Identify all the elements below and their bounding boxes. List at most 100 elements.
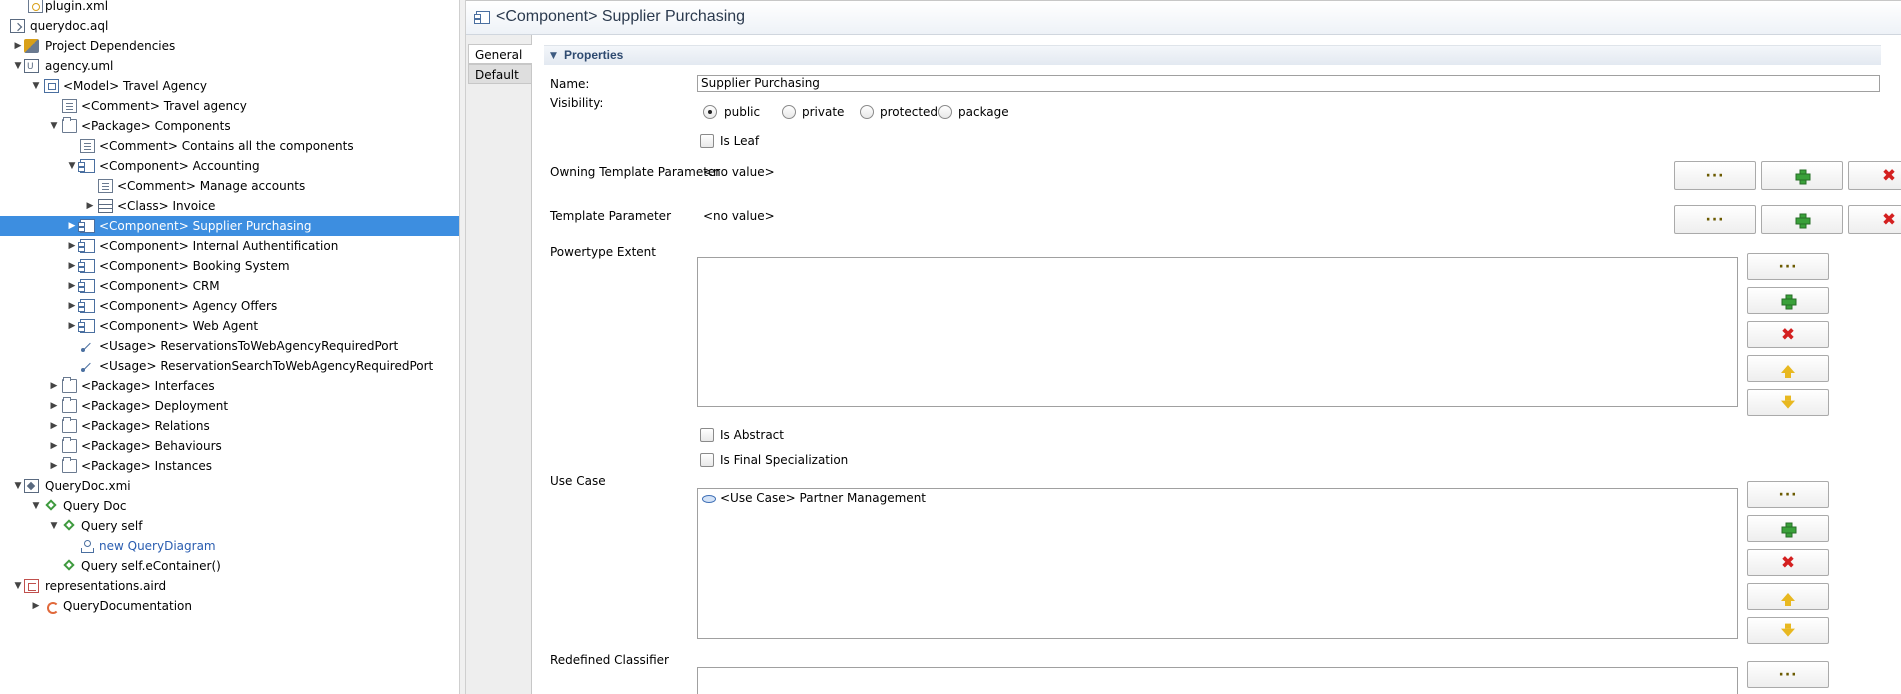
tree-expand-icon[interactable]: ▶ bbox=[12, 36, 24, 56]
tree-item[interactable]: ▶ <Component> Internal Authentification bbox=[0, 236, 459, 256]
tree-expand-icon[interactable]: ▶ bbox=[66, 296, 78, 316]
tree-expand-icon[interactable]: ▶ bbox=[84, 196, 96, 216]
project-explorer-tree: plugin.xml querydoc.aql ▶ Project Dependenc… bbox=[0, 0, 459, 694]
tree-collapse-icon[interactable]: ▼ bbox=[48, 516, 60, 536]
tree-item[interactable]: ▶ <Component> Agency Offers bbox=[0, 296, 459, 316]
tree-expand-icon[interactable]: ▶ bbox=[48, 436, 60, 456]
tree-collapse-icon[interactable]: ▼ bbox=[30, 76, 42, 96]
tree-item[interactable]: <Usage> ReservationSearchToWebAgencyRequ… bbox=[0, 356, 459, 376]
tree-item[interactable]: ▼ QueryDoc.xmi bbox=[0, 476, 459, 496]
tree-expand-icon[interactable]: ▶ bbox=[66, 316, 78, 336]
tree-item[interactable]: querydoc.aql bbox=[0, 16, 459, 36]
powertype-extent-browse-button[interactable]: ··· bbox=[1747, 253, 1829, 280]
tree-item[interactable]: ▼ Query self bbox=[0, 516, 459, 536]
tree-item[interactable]: ▶ Project Dependencies bbox=[0, 36, 459, 56]
tree-item[interactable]: <Comment> Manage accounts bbox=[0, 176, 459, 196]
add-icon bbox=[1781, 294, 1797, 309]
tree-item[interactable]: ▼ representations.aird bbox=[0, 576, 459, 596]
tree-item-label: Query self.eContainer() bbox=[81, 559, 221, 573]
tree-expand-icon[interactable]: ▶ bbox=[48, 416, 60, 436]
visibility-package-label: package bbox=[958, 105, 1009, 119]
owning-template-parameter-remove-button[interactable]: ✖ bbox=[1848, 161, 1901, 190]
template-parameter-browse-button[interactable]: ··· bbox=[1674, 205, 1756, 234]
redefined-classifier-browse-button[interactable]: ··· bbox=[1747, 661, 1829, 688]
tree-item[interactable]: ▶ <Component> Booking System bbox=[0, 256, 459, 276]
tree-item[interactable]: Query self.eContainer() bbox=[0, 556, 459, 576]
tree-item[interactable]: ▶ <Package> Instances bbox=[0, 456, 459, 476]
tree-item[interactable]: ▼ <Component> Accounting bbox=[0, 156, 459, 176]
section-title: Properties bbox=[564, 48, 624, 62]
tree-collapse-icon[interactable]: ▼ bbox=[30, 496, 42, 516]
powertype-extent-add-button[interactable] bbox=[1747, 287, 1829, 314]
panel-splitter[interactable] bbox=[459, 0, 466, 694]
owning-template-parameter-browse-button[interactable]: ··· bbox=[1674, 161, 1756, 190]
tree-item[interactable]: <Comment> Travel agency bbox=[0, 96, 459, 116]
tree-expand-icon[interactable]: ▶ bbox=[66, 216, 78, 236]
tree-collapse-icon[interactable]: ▼ bbox=[12, 476, 24, 496]
use-case-add-button[interactable] bbox=[1747, 515, 1829, 542]
owning-template-parameter-add-button[interactable] bbox=[1761, 161, 1843, 190]
tree-item[interactable]: ▶ <Component> CRM bbox=[0, 276, 459, 296]
template-parameter-add-button[interactable] bbox=[1761, 205, 1843, 234]
tree-collapse-icon[interactable]: ▼ bbox=[12, 576, 24, 596]
tree-item[interactable]: plugin.xml bbox=[0, 0, 459, 16]
tree-item[interactable]: ▼ agency.uml bbox=[0, 56, 459, 77]
use-case-browse-button[interactable]: ··· bbox=[1747, 481, 1829, 508]
tree-expand-icon[interactable]: ▶ bbox=[48, 376, 60, 396]
tree-expand-icon[interactable]: ▶ bbox=[66, 256, 78, 276]
properties-section-header[interactable]: ▼ Properties bbox=[544, 45, 1881, 65]
comment-icon bbox=[62, 99, 77, 113]
tab-default[interactable]: Default bbox=[468, 64, 531, 84]
tree-item[interactable]: <Usage> ReservationsToWebAgencyRequiredP… bbox=[0, 336, 459, 356]
add-icon bbox=[1795, 169, 1811, 184]
visibility-private-radio[interactable] bbox=[782, 105, 796, 119]
visibility-private-label: private bbox=[802, 105, 845, 119]
tab-general[interactable]: General bbox=[468, 44, 533, 64]
is-leaf-checkbox[interactable] bbox=[700, 134, 714, 148]
powertype-extent-list[interactable] bbox=[697, 257, 1738, 407]
tree-collapse-icon[interactable]: ▼ bbox=[48, 116, 60, 136]
use-case-move-down-button[interactable] bbox=[1747, 617, 1829, 644]
visibility-package-radio[interactable] bbox=[938, 105, 952, 119]
tree-item[interactable]: ▼ <Package> Components bbox=[0, 116, 459, 136]
tree-item[interactable]: new QueryDiagram bbox=[0, 536, 459, 556]
use-case-move-up-button[interactable] bbox=[1747, 583, 1829, 610]
redefined-classifier-list[interactable] bbox=[697, 667, 1738, 694]
tree-item-label: <Comment> Travel agency bbox=[81, 99, 247, 113]
tree-item[interactable]: <Comment> Contains all the components bbox=[0, 136, 459, 156]
visibility-protected-radio[interactable] bbox=[860, 105, 874, 119]
tree-item[interactable]: ▶ <Package> Relations bbox=[0, 416, 459, 436]
is-final-specialization-checkbox[interactable] bbox=[700, 453, 714, 467]
tree-expand-icon[interactable]: ▶ bbox=[48, 456, 60, 476]
tree-expand-icon[interactable]: ▶ bbox=[30, 596, 42, 616]
powertype-extent-move-up-button[interactable] bbox=[1747, 355, 1829, 382]
tree-collapse-icon[interactable]: ▼ bbox=[66, 156, 78, 176]
use-case-list[interactable]: <Use Case> Partner Management bbox=[697, 488, 1738, 639]
tree-item[interactable]: ▶ <Package> Behaviours bbox=[0, 436, 459, 456]
tree-item[interactable]: ▶ <Component> Web Agent bbox=[0, 316, 459, 336]
tree-item[interactable]: ▶ <Package> Deployment bbox=[0, 396, 459, 416]
use-case-item[interactable]: <Use Case> Partner Management bbox=[720, 491, 926, 505]
use-case-remove-button[interactable]: ✖ bbox=[1747, 549, 1829, 576]
tree-item[interactable]: ▼ Query Doc bbox=[0, 496, 459, 516]
tree-item-label: <Component> Web Agent bbox=[99, 319, 259, 333]
component-icon bbox=[78, 219, 95, 233]
is-leaf-label: Is Leaf bbox=[720, 134, 760, 148]
tree-expand-icon[interactable]: ▶ bbox=[48, 396, 60, 416]
template-parameter-remove-button[interactable]: ✖ bbox=[1848, 205, 1901, 234]
name-field[interactable]: Supplier Purchasing bbox=[697, 75, 1880, 92]
tree-item[interactable]: ▼ <Model> Travel Agency bbox=[0, 76, 459, 96]
tree-item[interactable]: ▶ QueryDocumentation bbox=[0, 596, 459, 616]
tree-item[interactable]: ▶ <Component> Supplier Purchasing bbox=[0, 216, 459, 236]
tree-collapse-icon[interactable]: ▼ bbox=[12, 56, 24, 76]
is-abstract-checkbox[interactable] bbox=[700, 428, 714, 442]
tree-expand-icon[interactable]: ▶ bbox=[66, 236, 78, 256]
tree-item[interactable]: ▶ <Class> Invoice bbox=[0, 196, 459, 216]
tree-item-label: <Component> Internal Authentification bbox=[99, 239, 339, 253]
tree-expand-icon[interactable]: ▶ bbox=[66, 276, 78, 296]
visibility-public-radio[interactable] bbox=[703, 105, 717, 119]
powertype-extent-move-down-button[interactable] bbox=[1747, 389, 1829, 416]
powertype-extent-remove-button[interactable]: ✖ bbox=[1747, 321, 1829, 348]
tree-item[interactable]: ▶ <Package> Interfaces bbox=[0, 376, 459, 396]
query-icon bbox=[62, 519, 77, 533]
